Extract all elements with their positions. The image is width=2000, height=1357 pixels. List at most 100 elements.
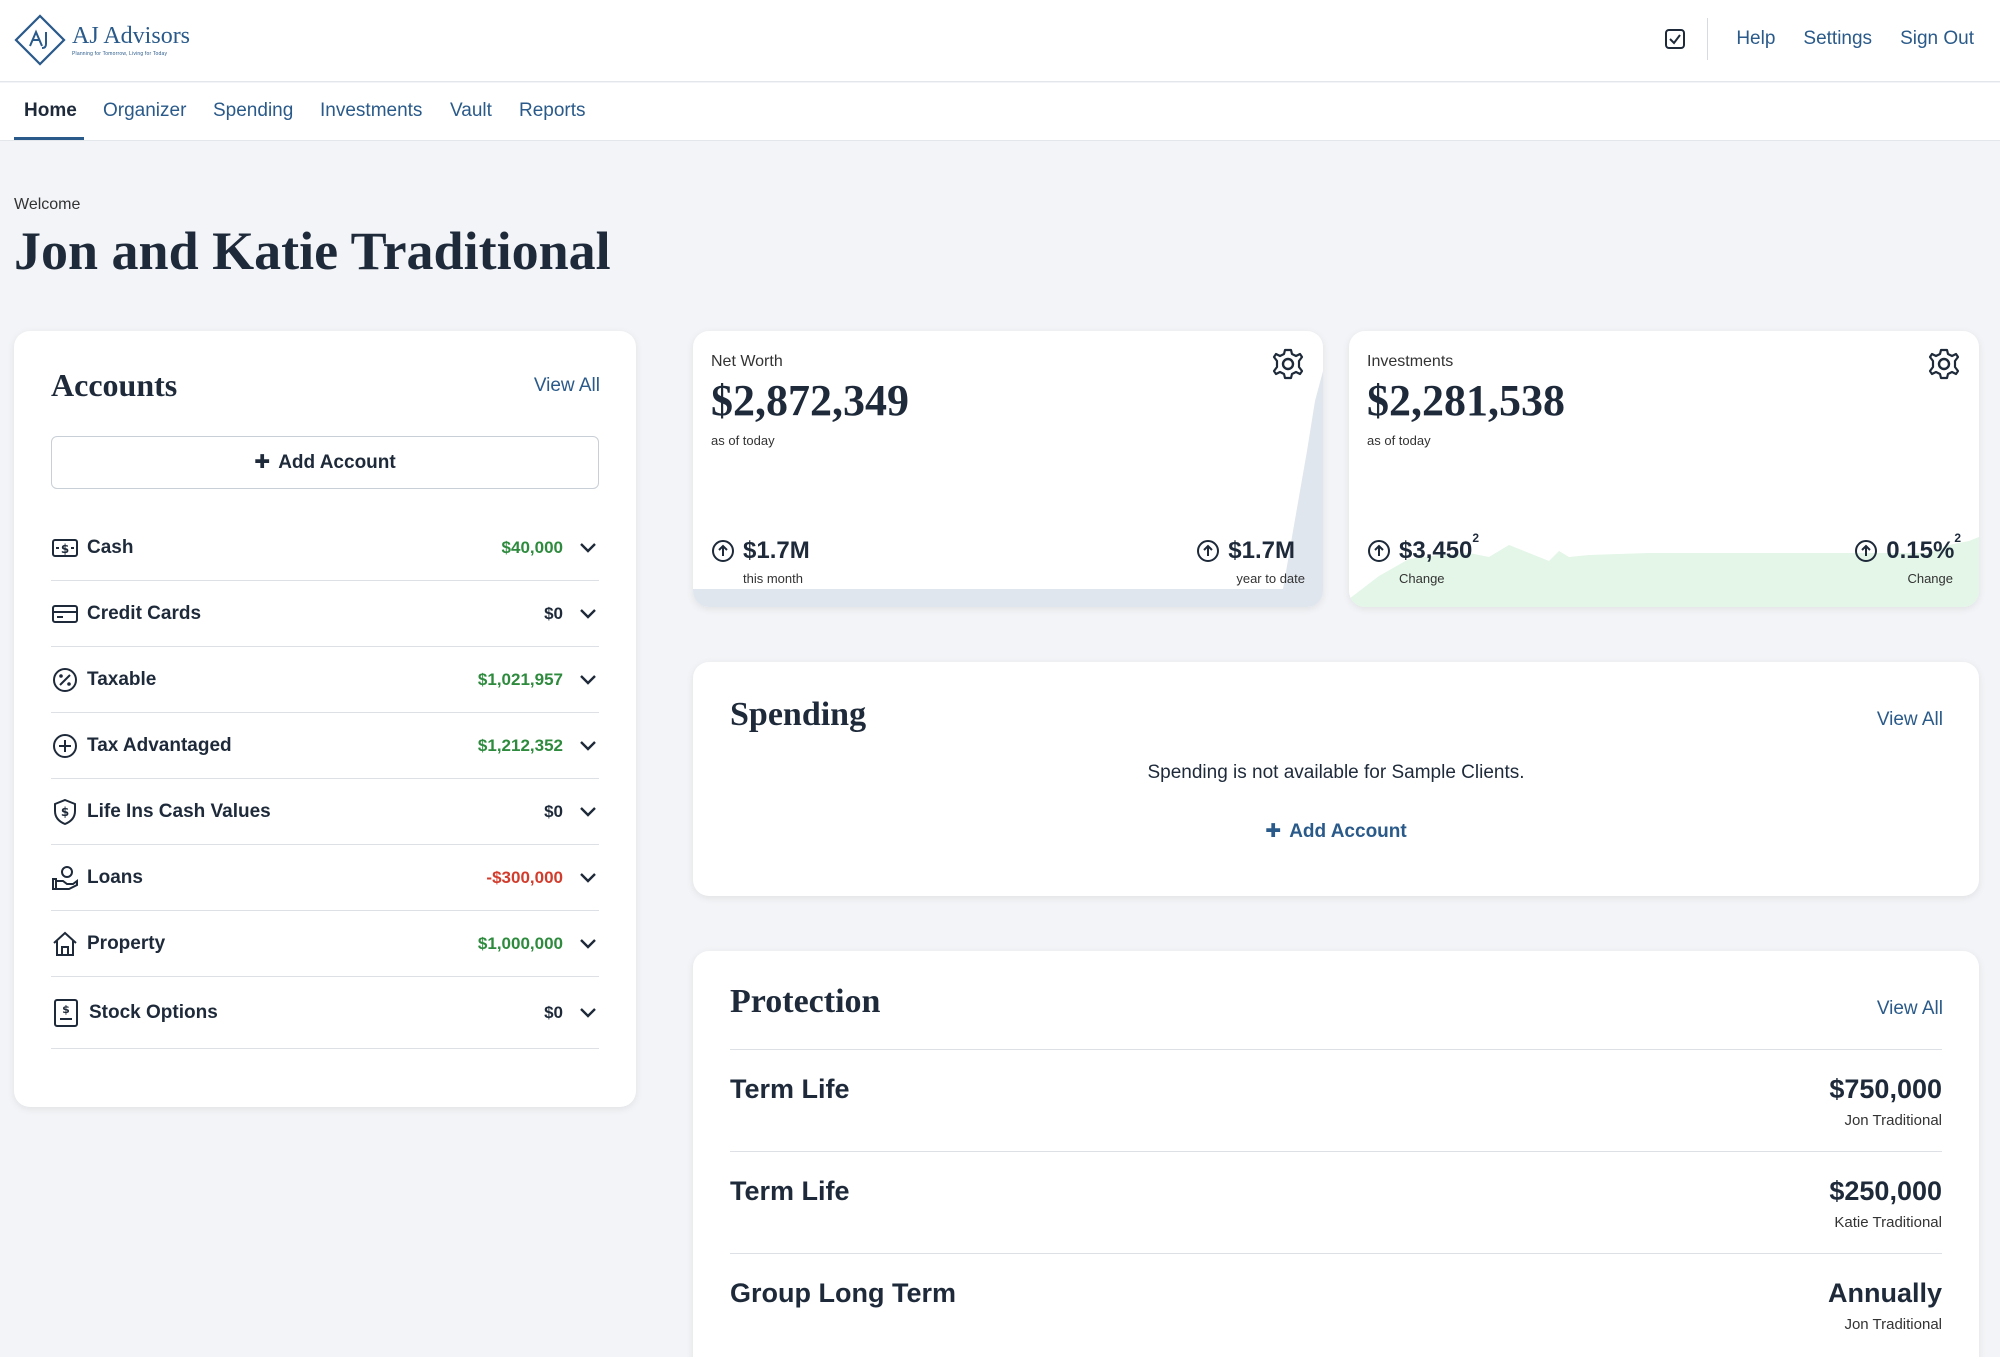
protection-card: Protection View All Term Life $750,000 J…: [693, 951, 1979, 1357]
main-nav: Home Organizer Spending Investments Vaul…: [0, 83, 2000, 141]
add-account-label: Add Account: [278, 451, 396, 473]
investments-sparkline: [1349, 537, 1979, 607]
chevron-down-icon[interactable]: [577, 1002, 599, 1024]
net-worth-ytd-stat: $1.7M: [1196, 537, 1295, 565]
active-tab-indicator: [14, 137, 84, 140]
footnote-marker: 2: [1954, 531, 1961, 545]
net-worth-ytd-label: year to date: [1236, 571, 1305, 586]
tab-investments[interactable]: Investments: [320, 100, 422, 122]
sign-out-link[interactable]: Sign Out: [1900, 28, 1974, 50]
account-row-stock-options[interactable]: $ Stock Options $0: [51, 977, 599, 1049]
chevron-down-icon[interactable]: [577, 669, 599, 691]
account-row-cash[interactable]: $ Cash $40,000: [51, 515, 599, 581]
footnote-marker: 2: [1472, 531, 1480, 545]
chevron-down-icon[interactable]: [577, 867, 599, 889]
account-row-credit-cards[interactable]: Credit Cards $0: [51, 581, 599, 647]
protection-view-all-link[interactable]: View All: [1877, 998, 1943, 1020]
policy-amount: $250,000: [1829, 1176, 1942, 1206]
policy-name: Term Life: [730, 1074, 850, 1104]
policy-name: Term Life: [730, 1176, 850, 1206]
account-row-life-insurance[interactable]: $ Life Ins Cash Values $0: [51, 779, 599, 845]
protection-row[interactable]: Term Life $750,000 Jon Traditional: [730, 1049, 1942, 1151]
plus-circle-icon: [51, 732, 79, 760]
account-value: -$300,000: [486, 867, 563, 887]
checkbox-icon: [1665, 29, 1686, 49]
brand-name: AJ Advisors: [72, 22, 191, 49]
accounts-view-all-link[interactable]: View All: [534, 375, 600, 397]
svg-text:$: $: [61, 805, 69, 819]
account-label: Taxable: [87, 668, 157, 690]
investments-percent-amount: 0.15%: [1886, 537, 1955, 564]
tasks-button[interactable]: [1655, 22, 1695, 56]
net-worth-sparkline: [693, 371, 1323, 607]
investments-change-value: $3,4502: [1399, 531, 1479, 565]
add-account-button[interactable]: ✚ Add Account: [51, 436, 599, 489]
account-row-loans[interactable]: Loans -$300,000: [51, 845, 599, 911]
accounts-title: Accounts: [51, 367, 178, 403]
plus-icon: ✚: [1265, 821, 1282, 842]
spending-add-account-button[interactable]: ✚ Add Account: [693, 820, 1979, 843]
brand-tagline: Planning for Tomorrow, Living for Today: [72, 50, 168, 57]
brand-logo[interactable]: AJ Advisors Planning for Tomorrow, Livin…: [14, 14, 190, 66]
protection-row[interactable]: Group Long Term Annually Jon Traditional: [730, 1253, 1942, 1355]
account-row-tax-advantaged[interactable]: Tax Advantaged $1,212,352: [51, 713, 599, 779]
net-worth-label: Net Worth: [711, 353, 783, 370]
chevron-down-icon[interactable]: [577, 537, 599, 559]
settings-link[interactable]: Settings: [1803, 28, 1872, 50]
investments-change-label: Change: [1399, 571, 1445, 586]
account-value: $1,212,352: [477, 735, 563, 755]
spending-add-account-label: Add Account: [1289, 820, 1407, 842]
logo-diamond-icon: [14, 14, 66, 66]
arrow-up-circle-icon: [1197, 540, 1220, 562]
account-row-taxable[interactable]: Taxable $1,021,957: [51, 647, 599, 713]
help-link[interactable]: Help: [1736, 28, 1775, 50]
spending-unavailable-message: Spending is not available for Sample Cli…: [1147, 762, 1525, 783]
svg-text:$: $: [61, 542, 69, 556]
tab-home[interactable]: Home: [24, 100, 77, 122]
chevron-down-icon[interactable]: [577, 735, 599, 757]
investments-percent-value: 0.15%2: [1886, 531, 1961, 565]
plus-icon: ✚: [254, 452, 271, 473]
account-label: Loans: [87, 866, 143, 888]
policy-name: Group Long Term: [730, 1278, 956, 1308]
cash-icon: $: [51, 534, 79, 562]
gear-icon[interactable]: [1271, 347, 1305, 381]
chevron-down-icon[interactable]: [577, 933, 599, 955]
policy-amount: $750,000: [1829, 1074, 1942, 1104]
chevron-down-icon[interactable]: [577, 801, 599, 823]
svg-text:$: $: [62, 1003, 70, 1016]
percent-icon: [51, 666, 79, 694]
net-worth-value: $2,872,349: [711, 376, 909, 425]
page-title: Jon and Katie Traditional: [14, 221, 611, 281]
investments-card[interactable]: Investments $2,281,538 as of today $3,45…: [1349, 331, 1979, 607]
net-worth-card[interactable]: Net Worth $2,872,349 as of today $1.7M t…: [693, 331, 1323, 607]
tab-spending[interactable]: Spending: [213, 100, 293, 122]
shield-dollar-icon: $: [51, 798, 79, 826]
tab-reports[interactable]: Reports: [519, 100, 586, 122]
tab-vault[interactable]: Vault: [450, 100, 492, 122]
account-value: $0: [544, 801, 563, 821]
protection-title: Protection: [730, 983, 881, 1020]
account-label: Stock Options: [89, 1001, 218, 1023]
net-worth-month-value: $1.7M: [743, 537, 810, 564]
spending-title: Spending: [730, 696, 867, 733]
protection-row[interactable]: Term Life $250,000 Katie Traditional: [730, 1151, 1942, 1253]
stock-certificate-icon: $: [51, 998, 81, 1027]
account-value: $0: [544, 603, 563, 623]
welcome-label: Welcome: [14, 196, 81, 213]
investments-value: $2,281,538: [1367, 376, 1565, 425]
gear-icon[interactable]: [1927, 347, 1961, 381]
account-label: Credit Cards: [87, 602, 202, 624]
spending-view-all-link[interactable]: View All: [1877, 709, 1943, 731]
arrow-up-circle-icon: [712, 540, 734, 562]
account-label: Life Ins Cash Values: [87, 800, 271, 822]
net-worth-month-stat: $1.7M: [711, 537, 810, 565]
investments-percent-stat: 0.15%2: [1854, 531, 1961, 565]
policy-owner: Jon Traditional: [1844, 1112, 1942, 1129]
account-row-property[interactable]: Property $1,000,000: [51, 911, 599, 977]
policy-amount: Annually: [1827, 1278, 1942, 1308]
accounts-card: Accounts View All ✚ Add Account $ Cash $…: [14, 331, 636, 1107]
chevron-down-icon[interactable]: [577, 603, 599, 625]
account-label: Cash: [87, 536, 134, 558]
tab-organizer[interactable]: Organizer: [103, 100, 186, 122]
